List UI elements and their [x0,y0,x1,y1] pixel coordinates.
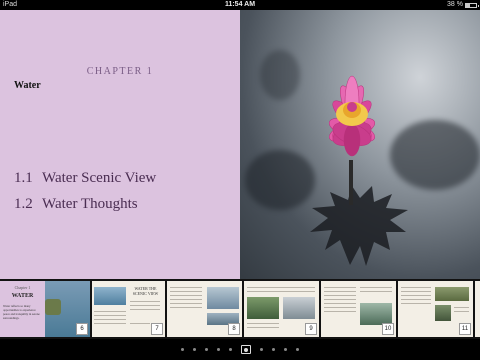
page-dot-active[interactable] [241,345,251,354]
page-dot[interactable] [260,348,263,351]
table-of-contents: 1.1 Water Scenic View 1.2 Water Thoughts [14,170,156,222]
page-number: 9 [305,323,317,335]
battery-percent: 38 % [447,1,463,8]
page-indicator[interactable] [0,339,480,360]
clock: 11:54 AM [224,1,256,8]
page-number: 8 [228,323,240,335]
toc-item-title: Water Scenic View [42,170,157,186]
thumbnail-page[interactable] [475,281,480,337]
toc-item-number: 1.2 [14,196,33,212]
thumbnail-page[interactable]: 11 [398,281,473,337]
battery-icon [465,2,479,8]
toc-item-number: 1.1 [14,170,33,186]
thumbnail-title: WATER [11,293,34,299]
page-number: 11 [459,323,471,335]
chapter-page: CHAPTER 1 Water 1.1 Water Scenic View 1.2… [0,10,240,279]
page-dot[interactable] [284,348,287,351]
page-dot[interactable] [296,348,299,351]
toc-item-thoughts[interactable]: 1.2 Water Thoughts [14,196,156,213]
thumbnail-title: WATER THE SCENIC VIEW [132,286,159,296]
thumbnail-page[interactable]: 9 [244,281,319,337]
thumbnail-page[interactable]: 8 [167,281,242,337]
page-dot[interactable] [181,348,184,351]
thumbnail-label: Chapter 1 [14,285,31,290]
page-dot[interactable] [229,348,232,351]
page-dot[interactable] [217,348,220,351]
thumbnail-text: Water reflects so many opportunities to … [3,304,40,320]
toc-item-scenic-view[interactable]: 1.1 Water Scenic View [14,170,156,187]
page-dot[interactable] [205,348,208,351]
status-bar: iPad 11:54 AM 38 % [0,0,480,10]
page-number: 6 [76,323,88,335]
page-dot[interactable] [272,348,275,351]
chapter-title: Water [14,80,41,91]
page-thumbnail-strip[interactable]: Chapter 1 WATER Water reflects so many o… [0,279,480,339]
battery-status: 38 % [447,0,479,10]
page-number: 7 [151,323,163,335]
page-dot[interactable] [193,348,196,351]
toc-item-title: Water Thoughts [42,196,138,212]
lotus-flower-image [310,75,408,266]
chapter-photo [240,10,480,279]
page-number: 10 [382,323,394,335]
chapter-label: CHAPTER 1 [86,66,154,77]
thumbnail-page[interactable]: WATER THE SCENIC VIEW 7 [92,281,165,337]
thumbnail-page[interactable]: 10 [321,281,396,337]
thumbnail-page[interactable]: Chapter 1 WATER Water reflects so many o… [0,281,90,337]
